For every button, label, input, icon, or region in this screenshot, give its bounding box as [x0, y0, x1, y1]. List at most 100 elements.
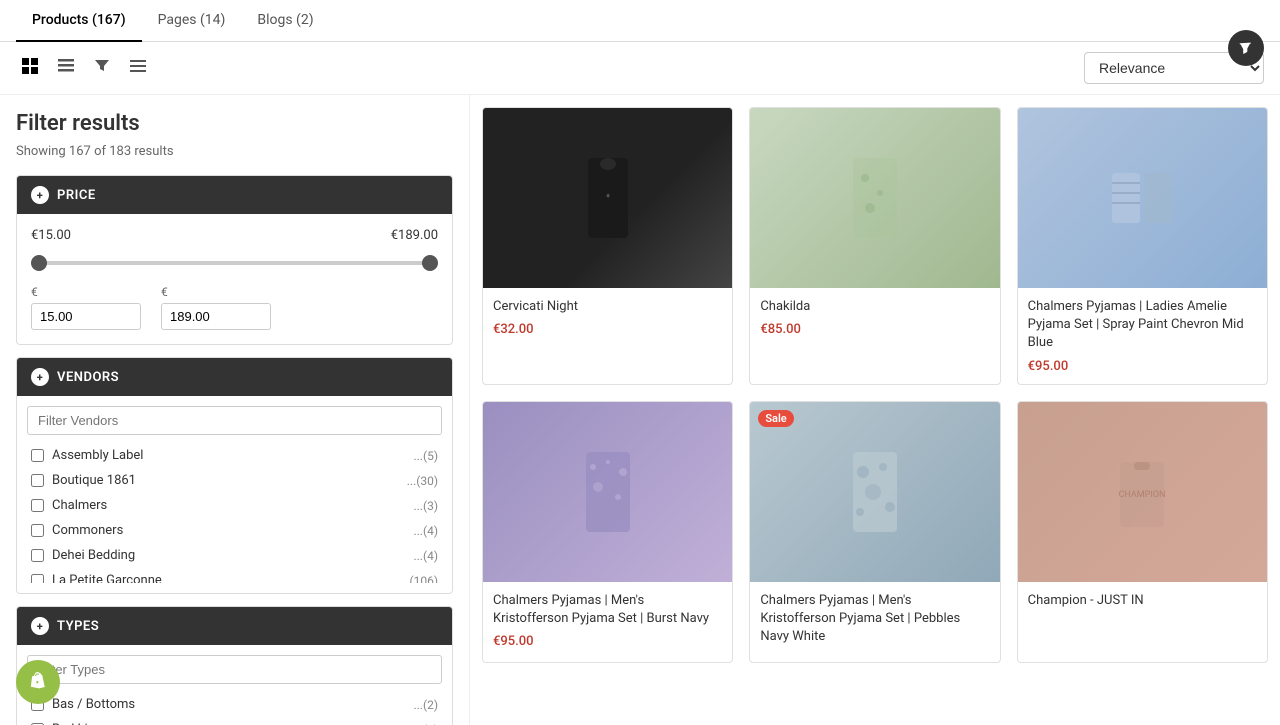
vendors-section-label: VENDORS — [57, 370, 119, 385]
vendor-label-commoners: Commoners — [52, 523, 405, 538]
product-image-chakilda — [750, 108, 999, 288]
product-price-chakilda: €85.00 — [760, 322, 989, 337]
types-search-input[interactable] — [27, 655, 442, 684]
vendor-checkbox-dehei[interactable] — [31, 549, 44, 562]
product-name-champion: Champion - JUST IN — [1028, 592, 1257, 610]
vendor-checkbox-commoners[interactable] — [31, 524, 44, 537]
product-card-cervicati[interactable]: ♦ Cervicati Night €32.00 — [482, 107, 733, 385]
vendor-checkbox-boutique[interactable] — [31, 474, 44, 487]
sidebar: Filter results Showing 167 of 183 result… — [0, 95, 470, 725]
price-section-icon: + — [31, 186, 49, 204]
range-slider[interactable] — [31, 253, 438, 273]
price-min-currency: € — [31, 285, 141, 299]
vendor-item-dehei: Dehei Bedding ...(4) — [27, 543, 442, 568]
vendors-list: Assembly Label ...(5) Boutique 1861 ...(… — [27, 443, 442, 583]
product-price-chalmers1: €95.00 — [1028, 359, 1257, 374]
product-card-champion[interactable]: CHAMPION Champion - JUST IN — [1017, 401, 1268, 664]
product-image-champion: CHAMPION — [1018, 402, 1267, 582]
tabs-bar: Products (167) Pages (14) Blogs (2) — [0, 0, 1280, 42]
shopify-logo-icon — [26, 670, 50, 694]
product-name-chalmers-pebbles: Chalmers Pyjamas | Men's Kristofferson P… — [760, 592, 989, 647]
chakilda-shirt-svg — [845, 158, 905, 238]
sale-badge: Sale — [758, 410, 793, 427]
vendor-count-boutique: ...(30) — [407, 474, 438, 488]
vendors-filter-header[interactable]: + VENDORS — [17, 358, 452, 396]
view-icons — [16, 54, 1076, 83]
types-filter-header[interactable]: + TYPES — [17, 607, 452, 645]
product-price-chalmers-burst: €95.00 — [493, 634, 722, 649]
product-card-chalmers-burst[interactable]: Chalmers Pyjamas | Men's Kristofferson P… — [482, 401, 733, 664]
svg-text:♦: ♦ — [606, 191, 610, 200]
type-count-bottoms: ...(2) — [413, 698, 438, 712]
price-max-input[interactable] — [161, 303, 271, 330]
range-fill — [31, 261, 438, 265]
product-name-cervicati: Cervicati Night — [493, 298, 722, 316]
product-card-chakilda[interactable]: Chakilda €85.00 — [749, 107, 1000, 385]
product-card-chalmers-pebbles[interactable]: Sale Chalmers Pyjamas | Men's Kristoffer… — [749, 401, 1000, 664]
product-price-cervicati: €32.00 — [493, 322, 722, 337]
list-icon — [58, 58, 74, 74]
product-info-chakilda: Chakilda €85.00 — [750, 288, 999, 347]
svg-text:CHAMPION: CHAMPION — [1119, 490, 1166, 500]
price-min-input[interactable] — [31, 303, 141, 330]
product-name-chakilda: Chakilda — [760, 298, 989, 316]
vendor-item-boutique: Boutique 1861 ...(30) — [27, 468, 442, 493]
product-info-chalmers1: Chalmers Pyjamas | Ladies Amelie Pyjama … — [1018, 288, 1267, 384]
champion-svg: CHAMPION — [1112, 452, 1172, 532]
vendor-count-dehei: ...(4) — [413, 549, 438, 563]
vendors-section-icon: + — [31, 368, 49, 386]
price-range-labels: €15.00 €189.00 — [31, 228, 438, 243]
vendors-filter-body: Assembly Label ...(5) Boutique 1861 ...(… — [17, 396, 452, 593]
price-filter-header[interactable]: + PRICE — [17, 176, 452, 214]
filter-icon-button[interactable] — [1228, 30, 1264, 66]
price-filter-section: + PRICE €15.00 €189.00 € — [16, 175, 453, 345]
product-info-chalmers-burst: Chalmers Pyjamas | Men's Kristofferson P… — [483, 582, 732, 659]
vendors-filter-section: + VENDORS Assembly Label ...(5) Boutique… — [16, 357, 453, 594]
types-section-label: TYPES — [57, 619, 99, 634]
filter-button[interactable] — [88, 54, 116, 83]
tab-products[interactable]: Products (167) — [16, 0, 142, 42]
vendor-item-commoners: Commoners ...(4) — [27, 518, 442, 543]
tab-pages[interactable]: Pages (14) — [142, 0, 242, 42]
vendor-label-chalmers: Chalmers — [52, 498, 405, 513]
main-content: Filter results Showing 167 of 183 result… — [0, 95, 1280, 725]
chalmers-pebbles-svg — [845, 452, 905, 532]
filter-icon — [1237, 39, 1255, 57]
product-card-chalmers1[interactable]: Chalmers Pyjamas | Ladies Amelie Pyjama … — [1017, 107, 1268, 385]
price-max-currency: € — [161, 285, 271, 299]
vendor-count-assembly: ...(5) — [413, 449, 438, 463]
grid-view-button[interactable] — [16, 54, 44, 83]
vendor-checkbox-lapetite[interactable] — [31, 574, 44, 583]
vendor-label-boutique: Boutique 1861 — [52, 473, 399, 488]
chalmers-burst-svg — [578, 452, 638, 532]
vendor-item-assembly: Assembly Label ...(5) — [27, 443, 442, 468]
list-view-button[interactable] — [52, 54, 80, 83]
tab-blogs[interactable]: Blogs (2) — [241, 0, 329, 42]
filter-results-count: Showing 167 of 183 results — [16, 144, 453, 159]
price-max-group: € — [161, 285, 271, 330]
vendor-checkbox-assembly[interactable] — [31, 449, 44, 462]
price-min-label: €15.00 — [31, 228, 71, 243]
vendor-label-assembly: Assembly Label — [52, 448, 405, 463]
range-thumb-min[interactable] — [31, 255, 47, 271]
type-item-bottoms: Bas / Bottoms ...(2) — [27, 692, 442, 717]
grid-icon — [22, 58, 38, 74]
vendor-item-chalmers: Chalmers ...(3) — [27, 493, 442, 518]
vendors-search-input[interactable] — [27, 406, 442, 435]
product-info-champion: Champion - JUST IN — [1018, 582, 1267, 626]
types-filter-section: + TYPES Bas / Bottoms ...(2) Bed Linen .… — [16, 606, 453, 725]
cervicati-shirt-svg: ♦ — [578, 158, 638, 238]
price-filter-body: €15.00 €189.00 € € — [17, 214, 452, 344]
vendor-label-lapetite: La Petite Garçonne — [52, 573, 392, 583]
vendor-checkbox-chalmers[interactable] — [31, 499, 44, 512]
types-list: Bas / Bottoms ...(2) Bed Linen ...(4) Br… — [27, 692, 442, 725]
products-grid: ♦ Cervicati Night €32.00 — [482, 107, 1268, 663]
shopify-icon-button[interactable] — [16, 660, 60, 704]
range-thumb-max[interactable] — [422, 255, 438, 271]
price-inputs: € € — [31, 285, 438, 330]
product-name-chalmers1: Chalmers Pyjamas | Ladies Amelie Pyjama … — [1028, 298, 1257, 353]
vendor-count-chalmers: ...(3) — [413, 499, 438, 513]
price-min-group: € — [31, 285, 141, 330]
columns-button[interactable] — [124, 54, 152, 83]
product-name-chalmers-burst: Chalmers Pyjamas | Men's Kristofferson P… — [493, 592, 722, 628]
